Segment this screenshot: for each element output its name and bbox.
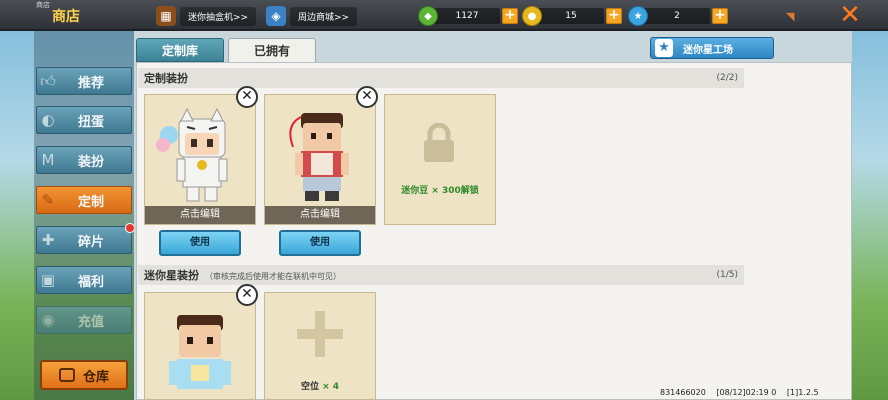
mini-star-workshop-label: 迷你星工场: [683, 44, 733, 56]
empty-slot-card[interactable]: 空位 × 4: [264, 292, 376, 400]
empty-slot-count: × 4: [322, 382, 340, 392]
warehouse-label: 仓库: [82, 369, 109, 385]
green-gem-amount: 1127: [434, 8, 500, 24]
empty-slot-label: 空位 × 4: [265, 379, 375, 392]
nav-item-label: 碎片: [77, 234, 104, 250]
nav-item-label: 充值: [77, 314, 104, 330]
gift-machine-link[interactable]: ▦ 迷你抽盒机>>: [156, 6, 257, 26]
tiny-title-label: 商店: [36, 1, 50, 9]
green-gem-add-button[interactable]: +: [502, 8, 518, 24]
section-title: 定制装扮: [144, 72, 188, 85]
pencil-icon: ✎: [41, 191, 55, 209]
capsule-icon: ◐: [41, 111, 55, 129]
shopping-bag-icon: ◈: [266, 6, 286, 26]
section-ministar-header: 迷你星装扮 （审核完成后使用才能在联机中可见） (1/5): [138, 265, 744, 285]
merch-store-label: 周边商城>>: [290, 6, 358, 26]
card-caption: 点击编辑: [145, 206, 255, 224]
custom-outfit-card-1[interactable]: 点击编辑: [144, 94, 256, 225]
nav-item-label: 定制: [77, 194, 104, 210]
nav-item-label: 装扮: [77, 154, 104, 170]
card-caption: 点击编辑: [265, 206, 375, 224]
version: [1]1.2.5: [786, 388, 819, 397]
user-id: 831466020: [660, 388, 706, 397]
nav-item-custom[interactable]: ✎ 定制: [36, 186, 132, 214]
remove-card-2-button[interactable]: ✕: [356, 86, 378, 108]
coin-icon: ◉: [41, 311, 55, 329]
star-icon: ★: [655, 39, 673, 57]
section-custom-header: 定制装扮 (2/2): [138, 68, 744, 88]
close-button[interactable]: ✕: [812, 0, 888, 31]
use-card-2-button[interactable]: 使用: [279, 230, 361, 256]
green-gem-icon: ◆: [418, 6, 438, 26]
nav-item-welfare[interactable]: ▣ 福利: [36, 266, 132, 294]
star-coin-add-button[interactable]: +: [712, 8, 728, 24]
section-note: （审核完成后使用才能在联机中可见）: [205, 272, 341, 281]
ministar-character: [169, 315, 231, 389]
section-title: 迷你星装扮 （审核完成后使用才能在联机中可见）: [144, 267, 341, 283]
use-card-1-button[interactable]: 使用: [159, 230, 241, 256]
gift-icon: ▣: [40, 271, 56, 289]
nav-item-label: 推荐: [77, 75, 104, 91]
star-coin-amount: 2: [644, 8, 710, 24]
warehouse-icon: [58, 368, 75, 382]
warehouse-button[interactable]: 仓库: [40, 360, 128, 390]
plus-icon: [297, 311, 343, 357]
close-icon: ✕: [839, 0, 861, 30]
gift-machine-icon: ▦: [156, 6, 176, 26]
remove-ministar-card-button[interactable]: ✕: [236, 284, 258, 306]
currency-mini-coin: ● 15 +: [522, 6, 622, 26]
section-count: (1/5): [716, 270, 738, 280]
puzzle-icon: ✚: [41, 231, 55, 249]
thumbs-up-icon: 👍︎: [40, 71, 56, 90]
boy-outfit-character: [289, 113, 349, 201]
tab-owned[interactable]: 已拥有: [228, 38, 316, 62]
page-title: 商店: [52, 9, 80, 25]
section-count: (2/2): [716, 73, 738, 83]
footer-info: 831466020 [08/12]02:19 0 [1]1.2.5: [660, 388, 827, 397]
signal-icon: ◥: [786, 10, 795, 23]
shirt-icon: M: [41, 151, 55, 169]
mini-star-workshop-button[interactable]: ★ 迷你星工场: [650, 37, 774, 59]
merch-store-link[interactable]: ◈ 周边商城>>: [266, 6, 358, 26]
tab-custom-library[interactable]: 定制库: [136, 38, 224, 62]
star-coin-icon: ★: [628, 6, 648, 26]
empty-slot-prefix: 空位: [300, 382, 319, 392]
nav-item-capsule[interactable]: ◐ 扭蛋: [36, 106, 132, 134]
currency-green-gem: ◆ 1127 +: [418, 6, 518, 26]
timestamp: [08/12]02:19 0: [716, 388, 777, 397]
tiger-outfit-character: [156, 107, 228, 202]
unlock-price-label: 迷你豆 × 300解锁: [401, 186, 479, 196]
nav-item-recharge[interactable]: ◉ 充值: [36, 306, 132, 334]
mini-coin-amount: 15: [538, 8, 604, 24]
remove-card-1-button[interactable]: ✕: [236, 86, 258, 108]
currency-star-coin: ★ 2 +: [628, 6, 728, 26]
nav-item-fragments[interactable]: ✚ 碎片: [36, 223, 135, 254]
ministar-outfit-card[interactable]: [144, 292, 256, 400]
gift-machine-label: 迷你抽盒机>>: [180, 6, 257, 26]
locked-slot-card[interactable]: 迷你豆 × 300解锁: [384, 94, 496, 225]
nav-item-recommend[interactable]: 👍︎ 推荐: [36, 67, 132, 95]
nav-item-outfit[interactable]: M 装扮: [36, 146, 132, 174]
nav-item-label: 福利: [77, 274, 104, 290]
custom-outfit-card-2[interactable]: 点击编辑: [264, 94, 376, 225]
mini-coin-add-button[interactable]: +: [606, 8, 622, 24]
lock-icon: [424, 123, 454, 162]
section-title-text: 迷你星装扮: [144, 269, 199, 282]
mini-coin-icon: ●: [522, 6, 542, 26]
nav-item-label: 扭蛋: [77, 114, 104, 130]
